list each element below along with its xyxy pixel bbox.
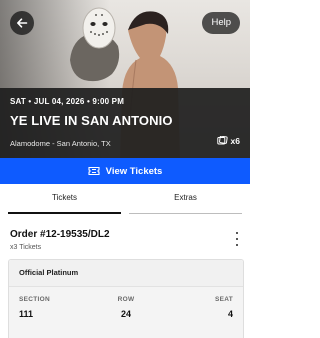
event-date-time: SAT • JUL 04, 2026 • 9:00 PM [10,97,125,106]
order-ticket-count: x3 Tickets [10,244,42,251]
order-number: Order #12-19535/DL2 [10,229,110,240]
ticket-icon [88,166,100,176]
row-column: ROW 24 [9,296,243,319]
seat-label: SEAT [214,296,233,303]
back-button[interactable] [10,11,34,35]
row-value: 24 [120,309,131,319]
tab-bar: Tickets Extras [8,184,242,214]
tab-extras[interactable]: Extras [129,184,242,214]
seat-value: 4 [227,309,233,319]
ticket-type: Official Platinum [9,260,243,287]
ticket-count-badge: x6 [216,136,240,146]
ticket-count: x6 [230,136,240,146]
view-tickets-label: View Tickets [105,165,163,177]
arrow-left-icon [17,18,28,28]
event-venue: Alamodome - San Antonio, TX [10,139,111,148]
seat-column: SEAT 4 [215,296,233,319]
more-vertical-icon[interactable] [232,232,242,246]
ticket-card[interactable]: Official Platinum SECTION 111 ROW 24 SEA… [8,259,244,338]
ticket-seat-info: SECTION 111 ROW 24 SEAT 4 [9,287,243,338]
view-tickets-button[interactable]: View Tickets [0,158,250,184]
row-label: ROW [117,296,135,303]
tickets-icon [216,136,228,145]
event-title: YE LIVE IN SAN ANTONIO [10,113,173,128]
tab-tickets[interactable]: Tickets [8,184,121,214]
help-button[interactable]: Help [202,12,240,34]
